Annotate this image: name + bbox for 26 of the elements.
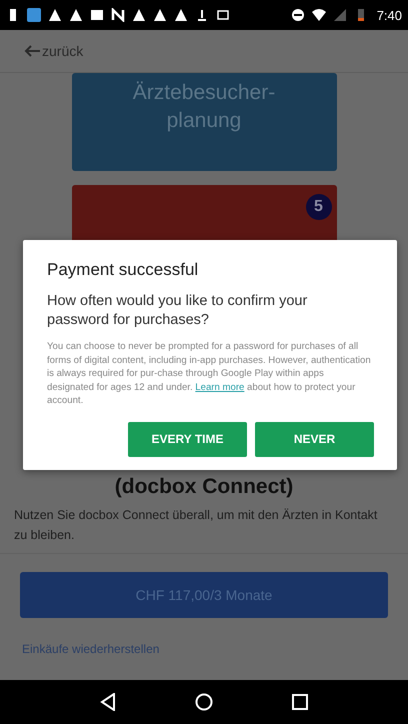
signal-icon bbox=[332, 8, 347, 22]
arrow-left-icon bbox=[24, 45, 40, 57]
warning-icon bbox=[153, 8, 167, 22]
dialog-body: You can choose to never be prompted for a password for purchases of all forms of digital content, including in-app purchases. However, authentication is always required for pur-chase through Google Play within apps designated for ages 12 and under. Learn more about how to protect your account. bbox=[47, 340, 372, 408]
restore-purchases-link[interactable]: Einkäufe wiederherstellen bbox=[22, 642, 160, 656]
tile-title: Ärztebesucher-planung bbox=[132, 80, 276, 134]
product-description: Nutzen Sie docbox Connect überall, um mit den Ärzten in Kontakt zu bleiben. bbox=[0, 505, 408, 554]
do-not-disturb-icon bbox=[290, 8, 305, 22]
wifi-icon bbox=[312, 8, 326, 22]
tile-card[interactable]: Ärztebesucher-planung bbox=[72, 73, 336, 171]
warning-icon bbox=[174, 8, 188, 22]
warning-icon bbox=[132, 8, 146, 22]
learn-more-link[interactable]: Learn more bbox=[195, 382, 244, 392]
count-badge: 5 bbox=[306, 194, 332, 220]
dialog-title: Payment successful bbox=[47, 260, 200, 280]
warning-icon bbox=[69, 8, 83, 22]
home-icon[interactable] bbox=[194, 693, 213, 711]
product-title: (docbox Connect) bbox=[114, 475, 294, 499]
back-link[interactable]: zurück bbox=[24, 43, 84, 59]
back-icon[interactable] bbox=[100, 693, 116, 711]
warning-icon bbox=[48, 8, 62, 22]
dialog-button[interactable]: EVERY TIME bbox=[128, 422, 247, 456]
clock-time: 7:40 bbox=[376, 8, 402, 22]
recents-icon[interactable] bbox=[292, 694, 308, 710]
dialog-question: How often would you like to confirm your password for purchases? bbox=[47, 292, 308, 330]
dialog-button[interactable]: NEVER bbox=[255, 422, 374, 456]
